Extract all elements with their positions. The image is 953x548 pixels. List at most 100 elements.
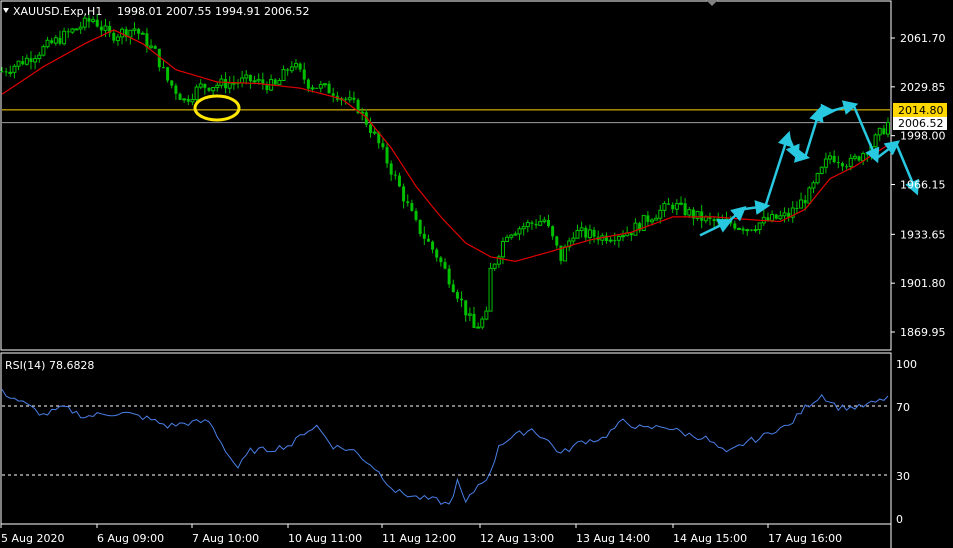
candle-body-bull: [103, 25, 108, 31]
candle-body-bull: [347, 97, 352, 101]
candle-body-bear: [832, 155, 836, 163]
candle-body-bull: [509, 234, 514, 238]
candle-body-bull: [770, 213, 775, 221]
candle-body-bear: [418, 219, 422, 234]
candle-body-bull: [194, 86, 199, 101]
time-tick-label: 12 Aug 13:00: [480, 532, 554, 545]
candle-body-bear: [248, 74, 252, 82]
candle-body-bear: [315, 87, 319, 89]
dropdown-triangle-icon[interactable]: [3, 8, 9, 13]
shift-marker-icon[interactable]: [706, 0, 718, 6]
candle-body-bear: [178, 93, 182, 100]
candle-body-bull: [587, 229, 592, 239]
candle-body-bull: [211, 86, 216, 92]
candle-body-bear: [166, 67, 170, 81]
candle-body-bear: [455, 292, 459, 299]
candle-body-bull: [753, 229, 758, 232]
candle-body-bear: [749, 229, 753, 231]
candle-body-bull: [467, 313, 472, 316]
rsi-panel-frame: [0, 352, 892, 525]
candle-body-bull: [811, 182, 816, 189]
level-lines: [2, 109, 890, 124]
candle-body-bull: [198, 83, 203, 88]
candle-body-bull: [322, 83, 327, 86]
candle-body-bear: [439, 257, 443, 263]
candle-body-bull: [877, 127, 882, 136]
candle-body-bull: [37, 54, 42, 60]
time-tick-label: 14 Aug 15:00: [673, 532, 747, 545]
candle-body-bull: [182, 98, 187, 101]
forecast-arrow: [785, 135, 800, 161]
candle-body-bear: [145, 33, 149, 48]
candle-body-bear: [99, 26, 103, 31]
candle-body-bear: [87, 18, 91, 22]
candle-body-bear: [414, 210, 418, 220]
candle-body-bull: [513, 233, 518, 236]
level-price-label: 2014.80: [898, 104, 944, 117]
candle-body-bear: [431, 241, 435, 250]
candles-group: [0, 14, 890, 330]
candle-body-bear: [671, 204, 675, 210]
candle-body-bull: [53, 37, 58, 44]
candle-body-bull: [244, 74, 249, 79]
candle-body-bear: [865, 153, 869, 155]
candle-body-bull: [277, 80, 282, 85]
candle-body-bull: [115, 36, 120, 42]
candle-body-bear: [683, 203, 687, 216]
candle-body-bull: [724, 218, 729, 221]
candle-body-bear: [273, 79, 277, 85]
candle-body-bear: [410, 203, 414, 211]
time-tick-label: 7 Aug 10:00: [192, 532, 259, 545]
rsi-tick-0: 0: [896, 513, 903, 526]
candle-body-bear: [803, 199, 807, 204]
time-tick-label: 6 Aug 09:00: [97, 532, 164, 545]
chart-canvas[interactable]: XAUUSD.Exp,H1 1998.01 2007.55 1994.91 20…: [0, 0, 953, 548]
candle-body-bull: [488, 267, 493, 312]
candle-body-bull: [521, 226, 526, 230]
rsi-label: RSI(14) 78.6828: [5, 359, 94, 372]
candle-body-bear: [344, 98, 348, 100]
candle-body-bull: [476, 326, 481, 329]
candle-body-bear: [112, 32, 116, 41]
candle-body-bear: [530, 222, 534, 224]
candle-body-bear: [422, 233, 426, 239]
candle-body-bull: [78, 26, 83, 30]
candle-body-bull: [662, 202, 667, 211]
candle-body-bull: [819, 166, 824, 174]
candle-body-bull: [289, 66, 294, 72]
candle-body-bear: [443, 262, 447, 269]
candle-body-bull: [658, 209, 663, 219]
ohlc-label: 1998.01 2007.55 1994.91 2006.52: [117, 5, 309, 18]
candle-body-bear: [286, 69, 290, 71]
forecast-arrows-group: [699, 100, 920, 237]
candle-body-bull: [500, 240, 505, 258]
forecast-arrow: [727, 205, 747, 223]
candle-body-bear: [741, 228, 745, 231]
candle-body-bear: [393, 174, 397, 176]
forecast-arrow: [742, 200, 771, 215]
candle-body-bull: [621, 235, 626, 238]
candle-body-bull: [678, 202, 683, 205]
candle-body-bull: [716, 218, 721, 222]
candle-body-bull: [12, 65, 17, 73]
candle-body-bear: [720, 219, 724, 221]
candle-body-bear: [712, 219, 716, 222]
candle-body-bear: [426, 238, 430, 242]
candle-body-bull: [828, 155, 833, 160]
candle-body-bull: [215, 84, 220, 88]
candle-body-bear: [766, 217, 770, 221]
candle-body-bull: [782, 212, 787, 217]
rsi-tick-30: 30: [896, 470, 910, 483]
candle-body-bear: [547, 220, 551, 227]
time-axis: 5 Aug 2020 6 Aug 09:00 7 Aug 10:00 10 Aug 1…: [0, 524, 842, 545]
candle-body-bear: [551, 226, 555, 237]
candle-body-bull: [8, 71, 13, 74]
candle-body-bear: [302, 69, 306, 80]
candle-body-bull: [62, 30, 67, 45]
time-tick-label: 10 Aug 11:00: [288, 532, 362, 545]
candle-body-bear: [0, 71, 4, 73]
price-axis: 2061.70 2029.85 1998.00 1966.15 1933.65 1901.…: [891, 32, 946, 339]
forecast-arrow: [852, 104, 880, 164]
candle-body-bear: [460, 298, 464, 301]
time-tick-label: 11 Aug 12:00: [382, 532, 456, 545]
